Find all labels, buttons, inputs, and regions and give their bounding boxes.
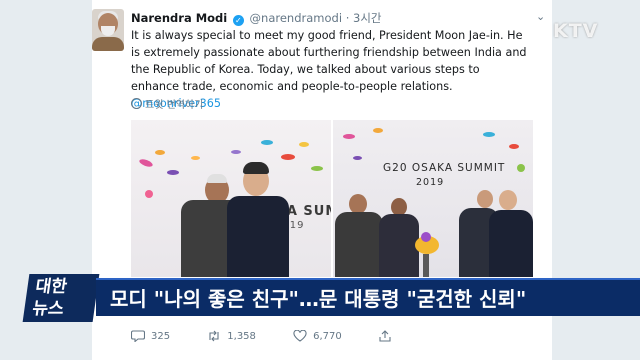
- translate-tweet-link[interactable]: 트윗 번역하기: [131, 96, 203, 111]
- news-caption: 모디 "나의 좋은 친구"…문 대통령 "굳건한 신뢰": [96, 278, 640, 316]
- time-separator: ·: [345, 11, 350, 25]
- translate-label: 트윗 번역하기: [145, 100, 204, 111]
- author-name[interactable]: Narendra Modi: [131, 11, 227, 25]
- reply-icon: [130, 330, 146, 343]
- like-count: 6,770: [313, 331, 342, 342]
- chevron-down-icon[interactable]: ⌄: [536, 10, 545, 23]
- tweet-photo-1[interactable]: G20 OSAKA SUMMIT 2019: [131, 120, 331, 277]
- photo2-sign-line2: 2019: [416, 177, 445, 188]
- tweet-text-body: It is always special to meet my good fri…: [131, 29, 527, 93]
- avatar[interactable]: [92, 9, 124, 51]
- retweet-icon: [209, 330, 219, 342]
- tweet-photo-2[interactable]: G20 OSAKA SUMMIT 2019: [333, 120, 533, 277]
- verified-badge-icon: ✓: [232, 15, 244, 26]
- share-icon: [379, 330, 391, 342]
- ktv-watermark: KTV: [553, 20, 599, 42]
- reply-button[interactable]: 325: [130, 330, 171, 343]
- tweet-time[interactable]: 3시간: [353, 11, 381, 25]
- globe-icon: [131, 98, 142, 109]
- like-icon: [293, 329, 307, 342]
- tweet-header: Narendra Modi ✓ @narendramodi · 3시간: [131, 10, 381, 26]
- retweet-button[interactable]: 1,358: [207, 330, 256, 342]
- reply-count: 325: [151, 331, 171, 342]
- logo-line2: 뉴스: [31, 299, 66, 319]
- tweet-actions: 325 1,358 6,770: [130, 329, 431, 350]
- daehan-news-logo: 대한 뉴스: [22, 274, 100, 322]
- logo-line1: 대한: [34, 277, 69, 297]
- retweet-count: 1,358: [227, 331, 256, 342]
- photo2-sign-line1: G20 OSAKA SUMMIT: [383, 162, 506, 174]
- author-handle[interactable]: @narendramodi: [250, 11, 342, 25]
- share-button[interactable]: [379, 330, 397, 342]
- like-button[interactable]: 6,770: [293, 329, 342, 342]
